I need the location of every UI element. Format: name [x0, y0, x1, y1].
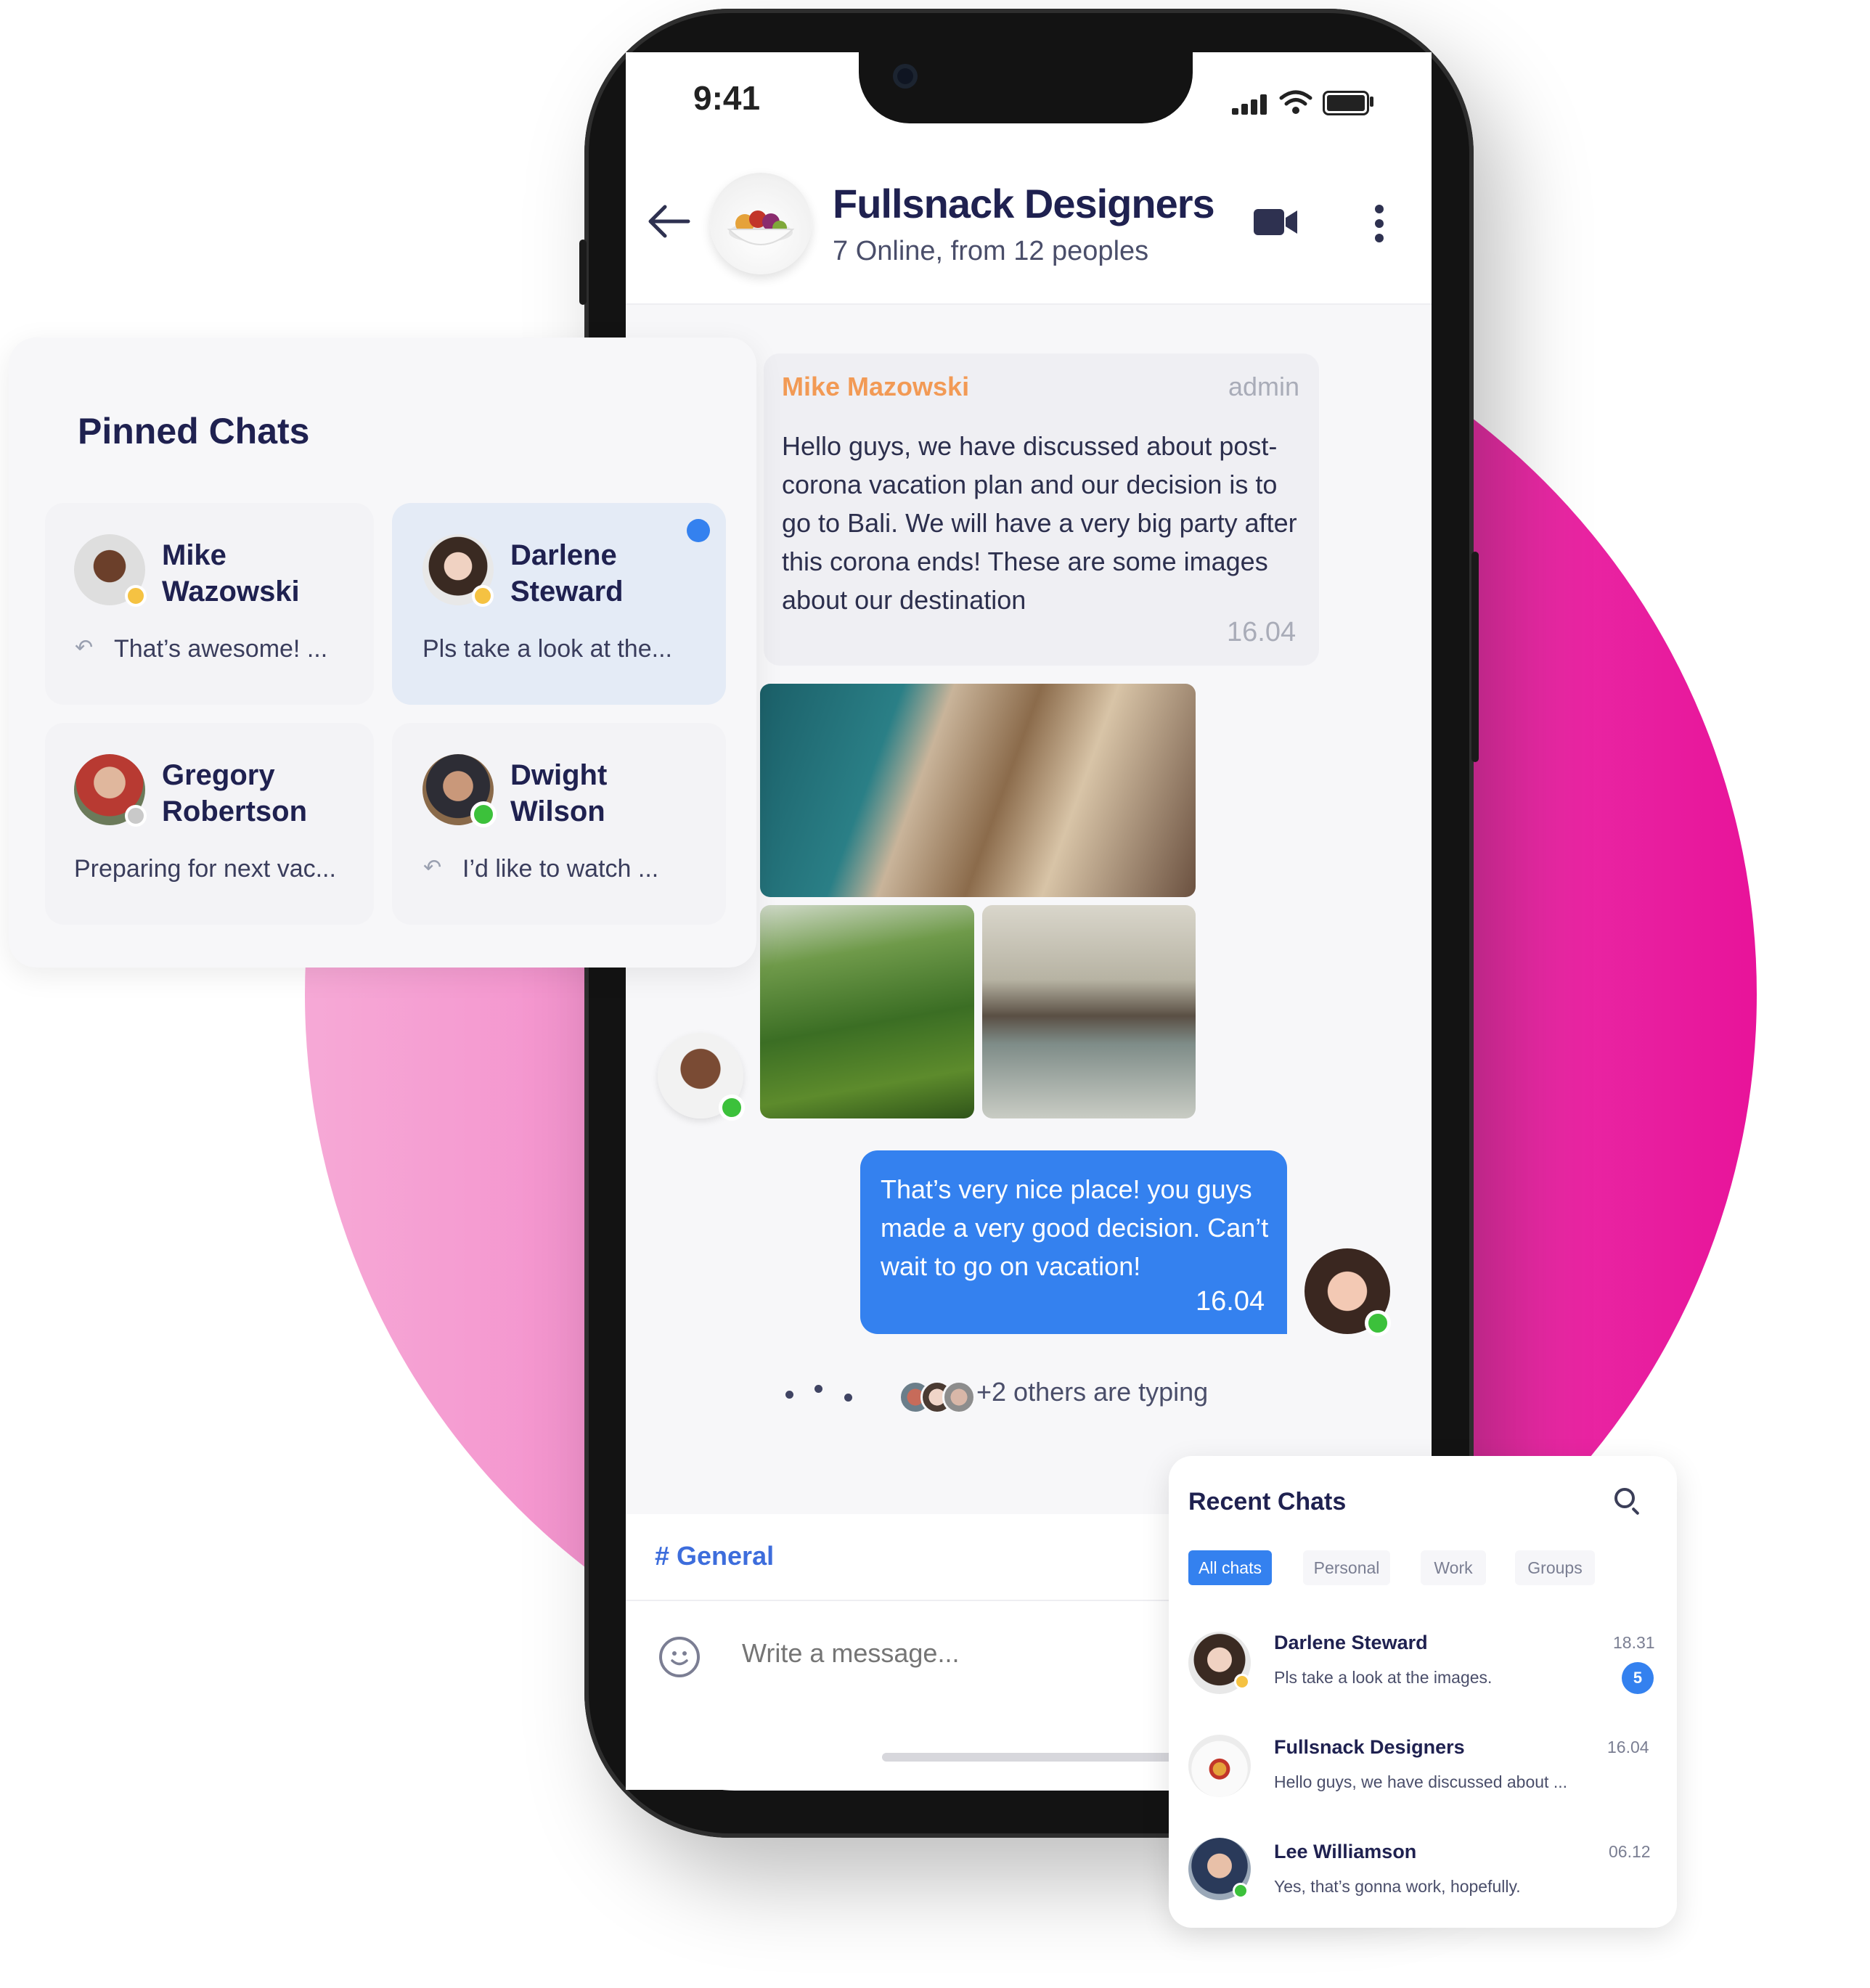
battery-cap — [1370, 97, 1373, 107]
my-message-text: That’s very nice place! you guys made a … — [881, 1174, 1269, 1281]
away-indicator — [125, 585, 147, 607]
tab-groups[interactable]: Groups — [1515, 1550, 1595, 1585]
search-icon[interactable] — [1614, 1488, 1635, 1508]
wifi-icon — [1279, 90, 1312, 114]
recent-chat-name[interactable]: Lee Williamson — [1274, 1841, 1416, 1863]
photo-beach[interactable] — [760, 684, 1196, 897]
fruit-bowl-icon — [727, 210, 795, 245]
online-indicator — [719, 1095, 745, 1121]
away-indicator — [472, 585, 494, 607]
offline-indicator — [125, 805, 147, 827]
typing-dot — [785, 1391, 793, 1399]
back-arrow-icon[interactable] — [646, 203, 691, 240]
status-time: 9:41 — [693, 79, 761, 117]
away-indicator — [1234, 1674, 1250, 1690]
video-call-icon[interactable] — [1252, 206, 1299, 238]
recent-chat-preview: Pls take a look at the images. — [1274, 1668, 1493, 1687]
photo-temple[interactable] — [982, 905, 1196, 1118]
tab-all-chats[interactable]: All chats — [1188, 1550, 1272, 1585]
camera — [893, 64, 918, 89]
smile-face — [671, 1651, 688, 1666]
sender-role: admin — [1228, 372, 1300, 401]
online-indicator — [1365, 1310, 1391, 1336]
reply-icon: ↶ — [423, 856, 442, 880]
signal-icon — [1232, 94, 1268, 115]
typing-avatar — [942, 1380, 976, 1414]
online-indicator — [1233, 1883, 1249, 1899]
tab-work[interactable]: Work — [1421, 1550, 1486, 1585]
recent-title: Recent Chats — [1188, 1488, 1347, 1515]
group-avatar[interactable] — [1188, 1735, 1251, 1797]
message-time: 16.04 — [1227, 617, 1297, 647]
home-indicator — [882, 1753, 1180, 1762]
unread-dot — [687, 519, 710, 542]
reply-icon: ↶ — [75, 636, 94, 660]
typing-dot — [844, 1394, 852, 1402]
chat-subtitle: 7 Online, from 12 peoples — [833, 236, 1149, 266]
battery-icon — [1323, 91, 1369, 115]
recent-chat-preview: Yes, that’s gonna work, hopefully. — [1274, 1877, 1521, 1896]
recent-chat-time: 16.04 — [1607, 1738, 1649, 1756]
more-menu-icon[interactable] — [1372, 203, 1387, 244]
pinned-preview: Preparing for next vac... — [74, 855, 336, 883]
typing-text: +2 others are typing — [976, 1377, 1209, 1407]
tab-personal[interactable]: Personal — [1303, 1550, 1390, 1585]
unread-badge: 5 — [1622, 1662, 1654, 1694]
pinned-name: Gregory Robertson — [162, 759, 307, 827]
recent-chat-preview: Hello guys, we have discussed about ... — [1274, 1772, 1568, 1791]
my-message-time: 16.04 — [1196, 1286, 1265, 1317]
recent-chat-time: 06.12 — [1609, 1842, 1651, 1861]
phone-button — [1471, 552, 1479, 762]
group-avatar[interactable] — [710, 173, 812, 274]
message-sender: Mike Mazowski — [782, 372, 970, 401]
pinned-name: Dwight Wilson — [510, 759, 608, 827]
photo-rice-terraces[interactable] — [760, 905, 974, 1118]
chat-title: Fullsnack Designers — [833, 181, 1215, 226]
online-indicator — [470, 801, 497, 827]
pinned-preview: I’d like to watch ... — [462, 855, 659, 883]
recent-chat-name[interactable]: Fullsnack Designers — [1274, 1736, 1465, 1759]
recent-chat-time: 18.31 — [1613, 1633, 1655, 1652]
divider — [626, 303, 1432, 305]
channel-name[interactable]: # General — [655, 1541, 774, 1571]
pinned-name: Darlene Steward — [510, 539, 624, 608]
typing-dot — [814, 1385, 822, 1393]
message-input[interactable] — [742, 1638, 1177, 1669]
phone-button — [579, 240, 587, 305]
pinned-preview: That’s awesome! ... — [114, 635, 328, 663]
pinned-preview: Pls take a look at the... — [422, 635, 672, 663]
message-text: Hello guys, we have discussed about post… — [782, 431, 1297, 615]
recent-chat-name[interactable]: Darlene Steward — [1274, 1632, 1428, 1654]
pinned-name: Mike Wazowski — [162, 539, 300, 608]
pinned-title: Pinned Chats — [78, 411, 310, 451]
emoji-icon[interactable] — [659, 1637, 700, 1677]
